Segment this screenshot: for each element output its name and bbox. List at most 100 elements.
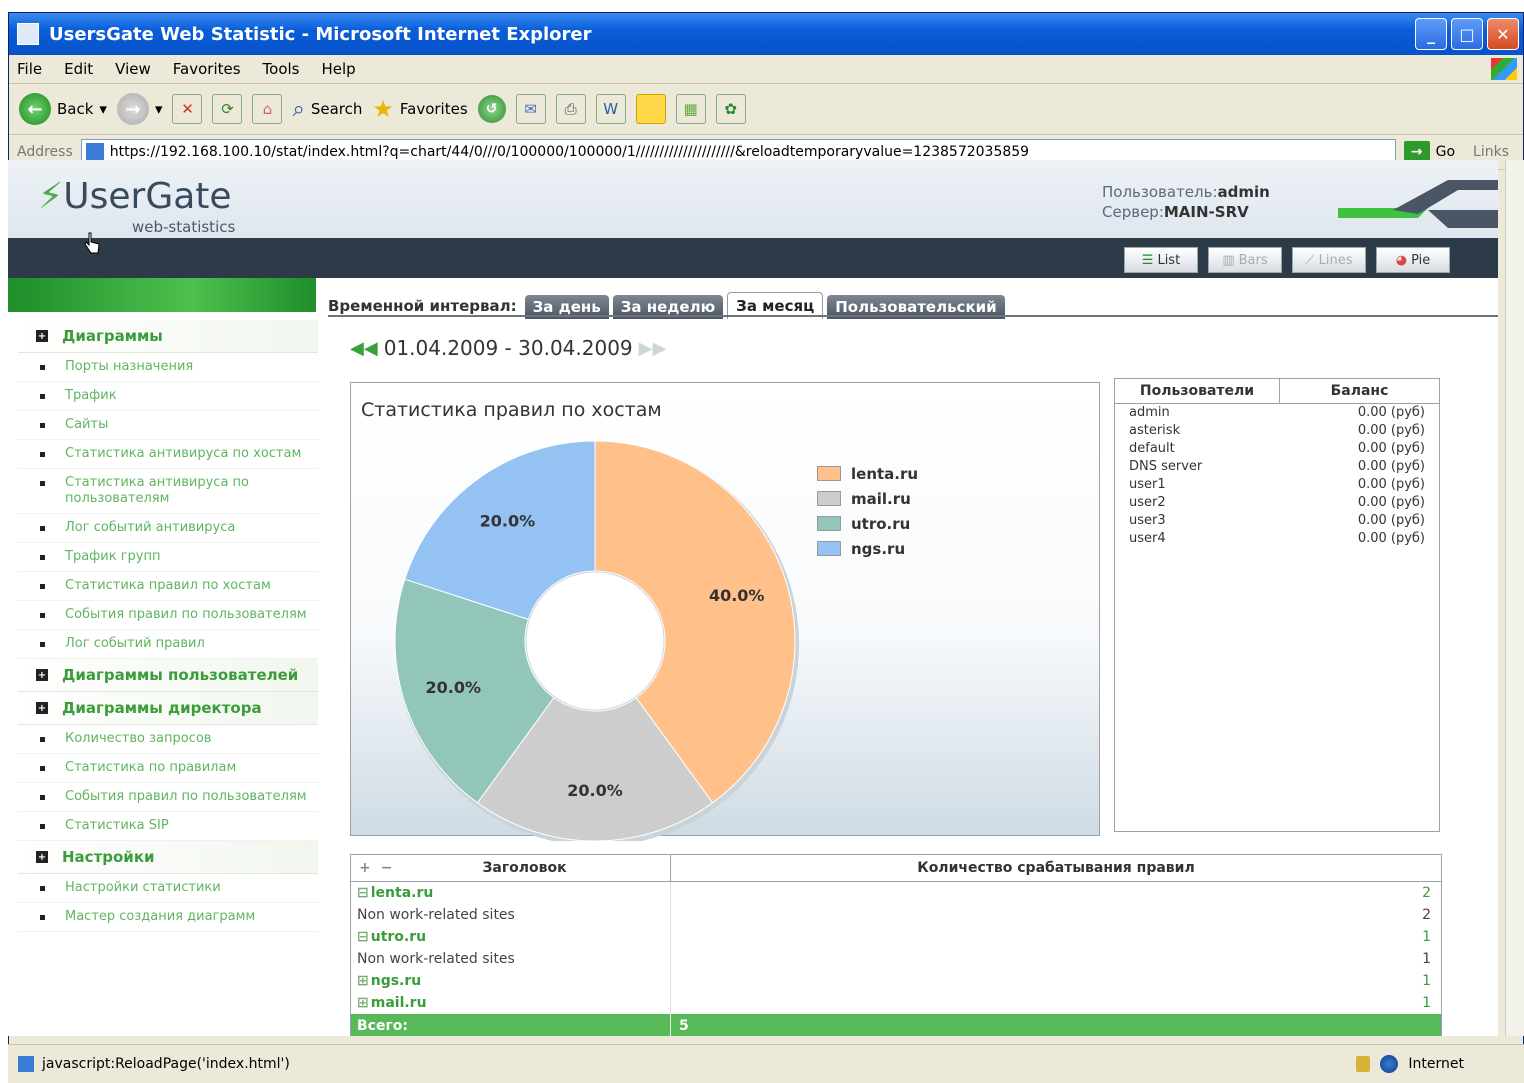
sidebar-item-label: Трафик групп <box>65 549 161 564</box>
sidebar-item-label: Количество запросов <box>65 731 212 746</box>
messenger-icon[interactable]: ✿ <box>715 94 746 124</box>
collapse-all-button[interactable]: − <box>381 860 393 876</box>
sidebar-header-strip <box>8 278 316 312</box>
bullet-icon <box>40 886 45 891</box>
chevron-down-icon[interactable]: ▾ <box>155 100 163 118</box>
prev-period-icon[interactable]: ◀◀ <box>350 338 378 359</box>
group-row[interactable]: ⊞ ngs.ru 1 <box>351 970 1441 992</box>
collapse-icon[interactable]: ⊟ <box>357 929 369 945</box>
history-icon[interactable]: ↺ <box>477 95 506 123</box>
table-row[interactable]: Non work-related sites 2 <box>351 904 1441 926</box>
table-row[interactable]: asterisk 0.00 (руб) <box>1115 422 1439 440</box>
pie-slice-label: 20.0% <box>426 678 482 697</box>
menu-view[interactable]: View <box>115 60 151 78</box>
balance-cell: 0.00 (руб) <box>1357 495 1425 510</box>
column-header-title[interactable]: Заголовок <box>482 860 566 876</box>
table-row[interactable]: admin 0.00 (руб) <box>1115 404 1439 422</box>
sidebar-section-director-charts[interactable]: + Диаграммы директора <box>18 692 318 725</box>
sidebar-section-user-charts[interactable]: + Диаграммы пользователей <box>18 659 318 692</box>
sidebar-item-av-log[interactable]: Лог событий антивируса <box>18 514 318 543</box>
legend-item: utro.ru <box>817 511 918 536</box>
forward-button[interactable]: → ▾ <box>116 93 163 125</box>
pie-chart: 40.0% 20.0% 20.0% 20.0% <box>394 440 799 841</box>
view-lines-button[interactable]: ⟋ Lines <box>1292 247 1366 273</box>
view-list-button[interactable]: ☰ List <box>1124 247 1198 273</box>
column-header-balance[interactable]: Баланс <box>1280 379 1439 403</box>
row-title[interactable]: mail.ru <box>371 995 427 1011</box>
expand-all-button[interactable]: + <box>359 860 371 876</box>
sidebar-section-settings[interactable]: + Настройки <box>18 841 318 874</box>
row-title[interactable]: utro.ru <box>371 929 426 945</box>
sidebar-item-ports[interactable]: Порты назначения <box>18 353 318 382</box>
sidebar-item-sites[interactable]: Сайты <box>18 411 318 440</box>
server-label: Сервер: <box>1102 203 1164 221</box>
go-label: Go <box>1435 144 1456 160</box>
print-icon[interactable]: ⎙ <box>555 94 586 124</box>
refresh-icon[interactable]: ⟳ <box>212 94 243 124</box>
sidebar-item-rules-hosts[interactable]: Статистика правил по хостам <box>18 572 318 601</box>
table-row[interactable]: DNS server 0.00 (руб) <box>1115 458 1439 476</box>
sidebar-item-stat-settings[interactable]: Настройки статистики <box>18 874 318 903</box>
stop-icon[interactable]: ✕ <box>172 94 203 124</box>
links-button[interactable]: Links <box>1473 144 1509 160</box>
toolbar: ← Back ▾ → ▾ ✕ ⟳ ⌂ ⌕ Search ★ Favorites … <box>9 84 1523 135</box>
sidebar-item-chart-wizard[interactable]: Мастер создания диаграмм <box>18 903 318 932</box>
sidebar-item-sip[interactable]: Статистика SIP <box>18 812 318 841</box>
vertical-scrollbar[interactable] <box>1505 160 1524 1036</box>
expand-icon[interactable]: ⊞ <box>357 995 369 1011</box>
edit-icon[interactable]: W <box>595 94 626 124</box>
group-row[interactable]: ⊞ mail.ru 1 <box>351 992 1441 1014</box>
user-cell: default <box>1129 441 1175 456</box>
sidebar-item-requests[interactable]: Количество запросов <box>18 725 318 754</box>
sidebar-item-rule-events-users[interactable]: События правил по пользователям <box>18 783 318 812</box>
legend-swatch <box>817 516 841 531</box>
view-bars-button[interactable]: ▥ Bars <box>1208 247 1282 273</box>
home-icon[interactable]: ⌂ <box>252 94 283 124</box>
legend-label: utro.ru <box>851 514 911 533</box>
table-row[interactable]: Non work-related sites 1 <box>351 948 1441 970</box>
collapse-icon[interactable]: ⊟ <box>357 885 369 901</box>
sidebar-item-rule-stats[interactable]: Статистика по правилам <box>18 754 318 783</box>
sidebar-item-rules-log[interactable]: Лог событий правил <box>18 630 318 659</box>
back-button[interactable]: ← Back ▾ <box>19 93 107 125</box>
sidebar-item-group-traffic[interactable]: Трафик групп <box>18 543 318 572</box>
mail-icon[interactable]: ✉ <box>515 94 546 124</box>
sidebar-item-traffic[interactable]: Трафик <box>18 382 318 411</box>
expand-icon[interactable]: ⊞ <box>357 973 369 989</box>
view-pie-button[interactable]: ◕ Pie <box>1376 247 1450 273</box>
table-row[interactable]: user1 0.00 (руб) <box>1115 476 1439 494</box>
sidebar-item-av-users[interactable]: Статистика антивируса по пользователям <box>18 469 318 514</box>
menu-favorites[interactable]: Favorites <box>173 60 241 78</box>
title-cell: ⊟ utro.ru <box>351 926 671 948</box>
menu-tools[interactable]: Tools <box>263 60 300 78</box>
sidebar-section-charts[interactable]: + Диаграммы <box>18 320 318 353</box>
user-cell: user2 <box>1129 495 1166 510</box>
chevron-down-icon[interactable]: ▾ <box>99 100 107 118</box>
sidebar-item-label: Статистика SIP <box>65 818 169 833</box>
group-row[interactable]: ⊟ utro.ru 1 <box>351 926 1441 948</box>
menu-edit[interactable]: Edit <box>64 60 93 78</box>
row-title[interactable]: lenta.ru <box>371 885 434 901</box>
title-cell: ⊞ ngs.ru <box>351 970 671 992</box>
group-row[interactable]: ⊟ lenta.ru 2 <box>351 882 1441 904</box>
column-header-count[interactable]: Количество срабатывания правил <box>671 855 1441 881</box>
research-icon[interactable]: ▦ <box>675 94 706 124</box>
table-row[interactable]: user3 0.00 (руб) <box>1115 512 1439 530</box>
sidebar-item-rules-users[interactable]: События правил по пользователям <box>18 601 318 630</box>
row-title[interactable]: ngs.ru <box>371 973 422 989</box>
column-header-users[interactable]: Пользователи <box>1115 379 1280 403</box>
table-row[interactable]: user2 0.00 (руб) <box>1115 494 1439 512</box>
table-row[interactable]: user4 0.00 (руб) <box>1115 530 1439 548</box>
table-row[interactable]: default 0.00 (руб) <box>1115 440 1439 458</box>
menu-help[interactable]: Help <box>322 60 356 78</box>
menu-file[interactable]: File <box>17 60 42 78</box>
discuss-icon[interactable] <box>635 94 666 124</box>
legend-label: ngs.ru <box>851 539 906 558</box>
sidebar-item-av-hosts[interactable]: Статистика антивируса по хостам <box>18 440 318 469</box>
maximize-button[interactable]: □ <box>1451 18 1483 50</box>
search-button[interactable]: ⌕ Search <box>292 97 362 122</box>
favorites-button[interactable]: ★ Favorites <box>372 95 467 123</box>
next-period-icon[interactable]: ▶▶ <box>639 338 667 359</box>
minimize-button[interactable]: _ <box>1415 18 1447 50</box>
close-button[interactable]: ✕ <box>1487 18 1519 50</box>
